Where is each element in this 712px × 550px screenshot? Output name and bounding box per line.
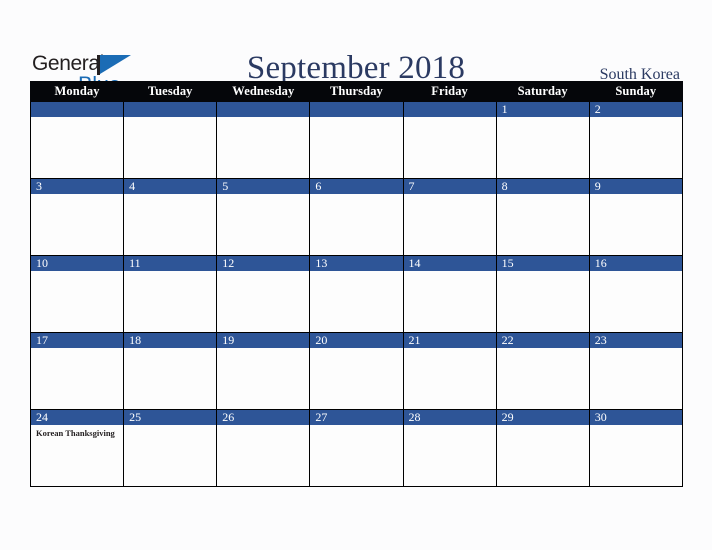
day-number	[31, 102, 124, 117]
day-number: 9	[589, 179, 682, 194]
calendar-day-cell-21[interactable]: 21	[402, 332, 497, 410]
calendar-day-cell-3[interactable]: 3	[29, 178, 125, 256]
calendar-day-cell-19[interactable]: 19	[216, 332, 311, 410]
weekday-header-monday: Monday	[29, 81, 125, 102]
day-number: 6	[310, 179, 403, 194]
calendar-body: 1 2 3 4 5 6 7 8 9 10 11 12 13 14 15 16 17 18 19 20 21 22 23 24 K…	[29, 101, 683, 487]
calendar-day-cell-1[interactable]: 1	[495, 101, 590, 179]
calendar-day-cell-13[interactable]: 13	[309, 255, 404, 333]
day-number: 23	[589, 333, 682, 348]
calendar-day-cell-empty[interactable]	[309, 101, 404, 179]
calendar-day-cell-23[interactable]: 23	[588, 332, 683, 410]
calendar-week-row: 12	[29, 101, 683, 179]
calendar-day-cell-empty[interactable]	[123, 101, 218, 179]
day-number: 25	[124, 410, 217, 425]
day-number: 5	[217, 179, 310, 194]
calendar-day-cell-15[interactable]: 15	[495, 255, 590, 333]
calendar-week-row: 10 11 12 13 14 15 16	[29, 255, 683, 333]
calendar-day-cell-28[interactable]: 28	[402, 409, 497, 487]
weekday-header-thursday: Thursday	[309, 81, 404, 102]
day-number	[403, 102, 496, 117]
calendar-day-cell-16[interactable]: 16	[588, 255, 683, 333]
calendar-weekday-header-row: Monday Tuesday Wednesday Thursday Friday Satu…	[29, 81, 683, 102]
calendar-day-cell-17[interactable]: 17	[29, 332, 125, 410]
day-number: 13	[310, 256, 403, 271]
calendar-table: Monday Tuesday Wednesday Thursday Friday Satu…	[29, 81, 683, 487]
calendar-day-cell-18[interactable]: 18	[123, 332, 218, 410]
weekday-header-wednesday: Wednesday	[216, 81, 311, 102]
calendar-day-cell-8[interactable]: 8	[495, 178, 590, 256]
day-number: 30	[589, 410, 682, 425]
day-number: 15	[496, 256, 589, 271]
calendar-day-cell-9[interactable]: 9	[588, 178, 683, 256]
calendar-day-cell-11[interactable]: 11	[123, 255, 218, 333]
holiday-label: Korean Thanksgiving	[36, 428, 115, 438]
calendar-day-cell-10[interactable]: 10	[29, 255, 125, 333]
weekday-header-saturday: Saturday	[495, 81, 590, 102]
calendar-day-cell-5[interactable]: 5	[216, 178, 311, 256]
day-number: 17	[31, 333, 124, 348]
day-number: 27	[310, 410, 403, 425]
day-number: 1	[496, 102, 589, 117]
day-number: 2	[589, 102, 682, 117]
day-number: 24	[31, 410, 124, 425]
calendar-week-row: 17 18 19 20 21 22 23	[29, 332, 683, 410]
day-number: 26	[217, 410, 310, 425]
calendar-day-cell-25[interactable]: 25	[123, 409, 218, 487]
day-number: 12	[217, 256, 310, 271]
calendar-day-cell-22[interactable]: 22	[495, 332, 590, 410]
calendar-day-cell-6[interactable]: 6	[309, 178, 404, 256]
day-number: 14	[403, 256, 496, 271]
day-number: 16	[589, 256, 682, 271]
day-number: 28	[403, 410, 496, 425]
weekday-header-sunday: Sunday	[588, 81, 683, 102]
calendar-day-cell-empty[interactable]	[216, 101, 311, 179]
day-number: 19	[217, 333, 310, 348]
calendar-week-row: 24 Korean Thanksgiving 25 26 27 28 29 30	[29, 409, 683, 487]
day-number	[217, 102, 310, 117]
calendar-day-cell-12[interactable]: 12	[216, 255, 311, 333]
calendar-day-cell-4[interactable]: 4	[123, 178, 218, 256]
day-number: 4	[124, 179, 217, 194]
calendar-day-cell-29[interactable]: 29	[495, 409, 590, 487]
weekday-header-tuesday: Tuesday	[123, 81, 218, 102]
calendar-day-cell-30[interactable]: 30	[588, 409, 683, 487]
day-number	[310, 102, 403, 117]
day-number: 21	[403, 333, 496, 348]
calendar-day-cell-empty[interactable]	[29, 101, 125, 179]
day-number: 29	[496, 410, 589, 425]
day-number: 18	[124, 333, 217, 348]
calendar-week-row: 3456789	[29, 178, 683, 256]
calendar-day-cell-empty[interactable]	[402, 101, 497, 179]
calendar-day-cell-2[interactable]: 2	[588, 101, 683, 179]
calendar-grid-wrapper: Monday Tuesday Wednesday Thursday Friday Satu…	[29, 81, 683, 487]
day-number: 3	[31, 179, 124, 194]
weekday-header-friday: Friday	[402, 81, 497, 102]
day-number: 22	[496, 333, 589, 348]
calendar-day-cell-14[interactable]: 14	[402, 255, 497, 333]
day-number	[124, 102, 217, 117]
day-number: 10	[31, 256, 124, 271]
calendar-day-cell-24[interactable]: 24 Korean Thanksgiving	[29, 409, 125, 487]
day-number: 8	[496, 179, 589, 194]
calendar-day-cell-7[interactable]: 7	[402, 178, 497, 256]
calendar-day-cell-20[interactable]: 20	[309, 332, 404, 410]
day-number: 7	[403, 179, 496, 194]
weekday-row: Monday Tuesday Wednesday Thursday Friday Satu…	[29, 81, 683, 102]
calendar-day-cell-27[interactable]: 27	[309, 409, 404, 487]
page-header: General Blue September 2018 South Korea	[0, 22, 712, 97]
calendar-page: General Blue September 2018 South Korea …	[0, 0, 712, 550]
day-number: 20	[310, 333, 403, 348]
day-number: 11	[124, 256, 217, 271]
calendar-day-cell-26[interactable]: 26	[216, 409, 311, 487]
